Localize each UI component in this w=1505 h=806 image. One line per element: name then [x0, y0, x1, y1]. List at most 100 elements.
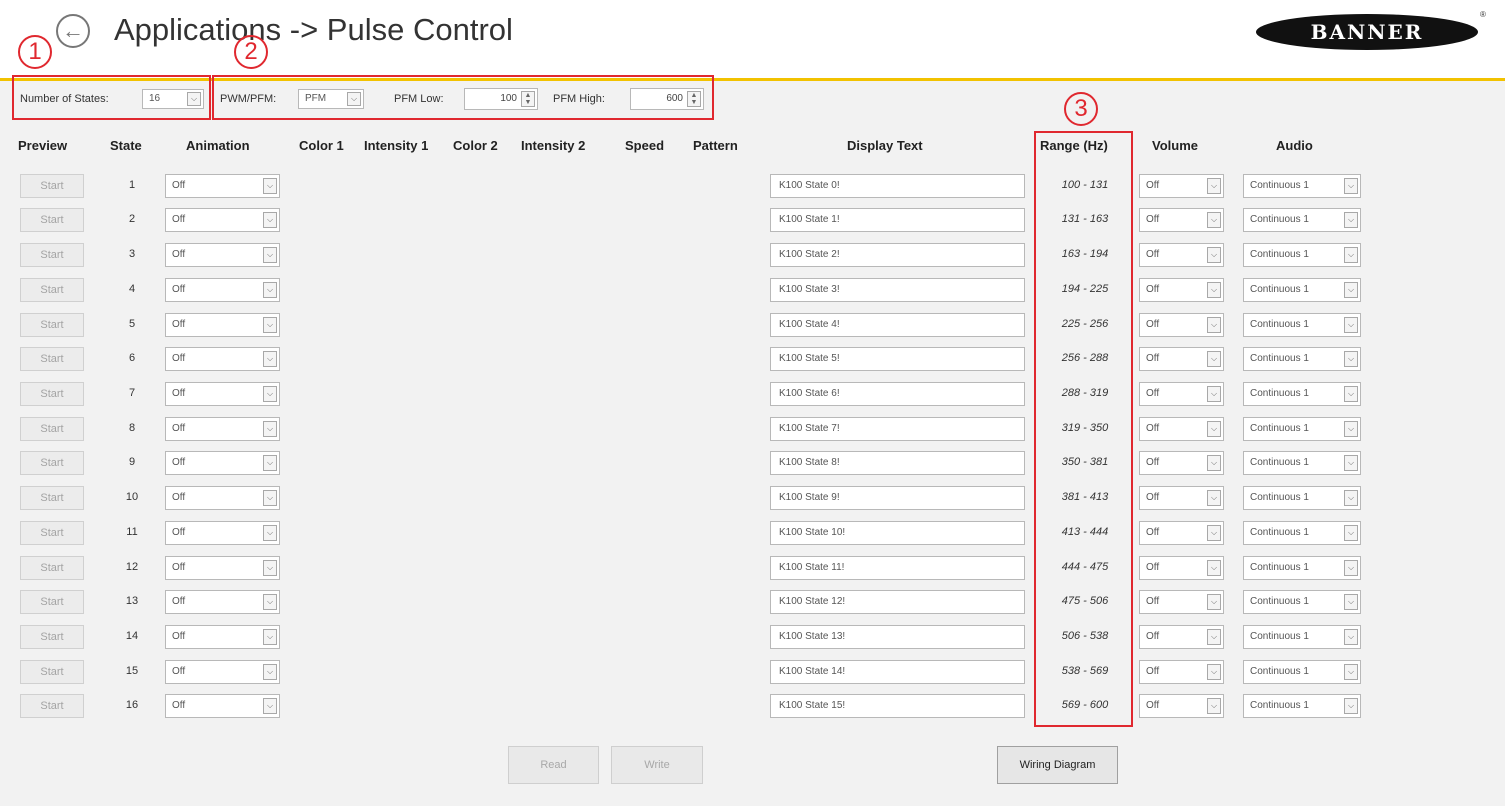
volume-select[interactable]: Off ⌵ [1139, 347, 1224, 371]
animation-select[interactable]: Off ⌵ [165, 278, 280, 302]
display-text-input[interactable]: K100 State 1! [770, 208, 1025, 232]
audio-select[interactable]: Continuous 1 ⌵ [1243, 278, 1361, 302]
audio-select[interactable]: Continuous 1 ⌵ [1243, 660, 1361, 684]
volume-select[interactable]: Off ⌵ [1139, 451, 1224, 475]
display-text-input[interactable]: K100 State 12! [770, 590, 1025, 614]
preview-start-button[interactable]: Start [20, 417, 84, 441]
display-text-input[interactable]: K100 State 5! [770, 347, 1025, 371]
state-number: 12 [125, 561, 139, 573]
audio-select[interactable]: Continuous 1 ⌵ [1243, 174, 1361, 198]
audio-select[interactable]: Continuous 1 ⌵ [1243, 694, 1361, 718]
volume-select[interactable]: Off ⌵ [1139, 278, 1224, 302]
volume-select[interactable]: Off ⌵ [1139, 694, 1224, 718]
preview-start-button[interactable]: Start [20, 174, 84, 198]
animation-select[interactable]: Off ⌵ [165, 660, 280, 684]
state-number: 16 [125, 699, 139, 711]
chevron-down-icon: ⌵ [263, 698, 277, 714]
pfm-high-input[interactable]: 600 ▲ ▼ [630, 88, 704, 110]
preview-start-button[interactable]: Start [20, 451, 84, 475]
audio-select[interactable]: Continuous 1 ⌵ [1243, 451, 1361, 475]
volume-select[interactable]: Off ⌵ [1139, 208, 1224, 232]
volume-select[interactable]: Off ⌵ [1139, 521, 1224, 545]
audio-select[interactable]: Continuous 1 ⌵ [1243, 590, 1361, 614]
audio-select[interactable]: Continuous 1 ⌵ [1243, 521, 1361, 545]
animation-select[interactable]: Off ⌵ [165, 521, 280, 545]
audio-select[interactable]: Continuous 1 ⌵ [1243, 208, 1361, 232]
chevron-down-icon: ⌵ [1344, 490, 1358, 506]
preview-start-button[interactable]: Start [20, 347, 84, 371]
animation-select[interactable]: Off ⌵ [165, 417, 280, 441]
display-text-input[interactable]: K100 State 10! [770, 521, 1025, 545]
preview-start-button[interactable]: Start [20, 208, 84, 232]
wiring-diagram-button[interactable]: Wiring Diagram [997, 746, 1118, 784]
animation-select[interactable]: Off ⌵ [165, 625, 280, 649]
chevron-down-icon: ⌵ [1344, 525, 1358, 541]
audio-select[interactable]: Continuous 1 ⌵ [1243, 486, 1361, 510]
spinner-icon[interactable]: ▲ ▼ [521, 91, 535, 107]
animation-select[interactable]: Off ⌵ [165, 382, 280, 406]
display-text-input[interactable]: K100 State 4! [770, 313, 1025, 337]
animation-select[interactable]: Off ⌵ [165, 486, 280, 510]
audio-select[interactable]: Continuous 1 ⌵ [1243, 243, 1361, 267]
volume-select[interactable]: Off ⌵ [1139, 382, 1224, 406]
preview-start-button[interactable]: Start [20, 590, 84, 614]
chevron-down-icon: ⌵ [1207, 247, 1221, 263]
display-text-input[interactable]: K100 State 14! [770, 660, 1025, 684]
chevron-down-icon: ⌵ [1344, 178, 1358, 194]
animation-select[interactable]: Off ⌵ [165, 590, 280, 614]
display-text-input[interactable]: K100 State 3! [770, 278, 1025, 302]
animation-select[interactable]: Off ⌵ [165, 451, 280, 475]
audio-select[interactable]: Continuous 1 ⌵ [1243, 313, 1361, 337]
preview-start-button[interactable]: Start [20, 382, 84, 406]
audio-select[interactable]: Continuous 1 ⌵ [1243, 556, 1361, 580]
write-button[interactable]: Write [611, 746, 703, 784]
display-text-input[interactable]: K100 State 9! [770, 486, 1025, 510]
preview-start-button[interactable]: Start [20, 486, 84, 510]
animation-select[interactable]: Off ⌵ [165, 556, 280, 580]
animation-select[interactable]: Off ⌵ [165, 208, 280, 232]
display-text-input[interactable]: K100 State 15! [770, 694, 1025, 718]
col-volume: Volume [1152, 138, 1198, 153]
display-text-input[interactable]: K100 State 11! [770, 556, 1025, 580]
animation-select[interactable]: Off ⌵ [165, 313, 280, 337]
display-text-input[interactable]: K100 State 2! [770, 243, 1025, 267]
animation-select[interactable]: Off ⌵ [165, 243, 280, 267]
display-text-input[interactable]: K100 State 13! [770, 625, 1025, 649]
animation-select[interactable]: Off ⌵ [165, 694, 280, 718]
animation-select[interactable]: Off ⌵ [165, 174, 280, 198]
volume-select[interactable]: Off ⌵ [1139, 313, 1224, 337]
display-text-input[interactable]: K100 State 6! [770, 382, 1025, 406]
back-button[interactable]: ← [56, 14, 90, 48]
preview-start-button[interactable]: Start [20, 521, 84, 545]
audio-select[interactable]: Continuous 1 ⌵ [1243, 347, 1361, 371]
volume-select[interactable]: Off ⌵ [1139, 174, 1224, 198]
state-number: 4 [128, 283, 136, 295]
audio-select[interactable]: Continuous 1 ⌵ [1243, 625, 1361, 649]
volume-select[interactable]: Off ⌵ [1139, 417, 1224, 441]
mode-select[interactable]: PFM ⌵ [298, 89, 364, 109]
volume-select[interactable]: Off ⌵ [1139, 590, 1224, 614]
pfm-low-input[interactable]: 100 ▲ ▼ [464, 88, 538, 110]
preview-start-button[interactable]: Start [20, 694, 84, 718]
volume-select[interactable]: Off ⌵ [1139, 486, 1224, 510]
num-states-select[interactable]: 16 ⌵ [142, 89, 204, 109]
preview-start-button[interactable]: Start [20, 556, 84, 580]
preview-start-button[interactable]: Start [20, 313, 84, 337]
table-row: Start 2 Off ⌵ K100 State 1! 131 - 163 Off… [0, 208, 1505, 242]
volume-select[interactable]: Off ⌵ [1139, 660, 1224, 684]
display-text-input[interactable]: K100 State 8! [770, 451, 1025, 475]
animation-select[interactable]: Off ⌵ [165, 347, 280, 371]
audio-select[interactable]: Continuous 1 ⌵ [1243, 417, 1361, 441]
display-text-input[interactable]: K100 State 0! [770, 174, 1025, 198]
preview-start-button[interactable]: Start [20, 278, 84, 302]
audio-select[interactable]: Continuous 1 ⌵ [1243, 382, 1361, 406]
volume-select[interactable]: Off ⌵ [1139, 243, 1224, 267]
preview-start-button[interactable]: Start [20, 625, 84, 649]
volume-select[interactable]: Off ⌵ [1139, 556, 1224, 580]
display-text-input[interactable]: K100 State 7! [770, 417, 1025, 441]
preview-start-button[interactable]: Start [20, 243, 84, 267]
preview-start-button[interactable]: Start [20, 660, 84, 684]
spinner-icon[interactable]: ▲ ▼ [687, 91, 701, 107]
read-button[interactable]: Read [508, 746, 599, 784]
volume-select[interactable]: Off ⌵ [1139, 625, 1224, 649]
